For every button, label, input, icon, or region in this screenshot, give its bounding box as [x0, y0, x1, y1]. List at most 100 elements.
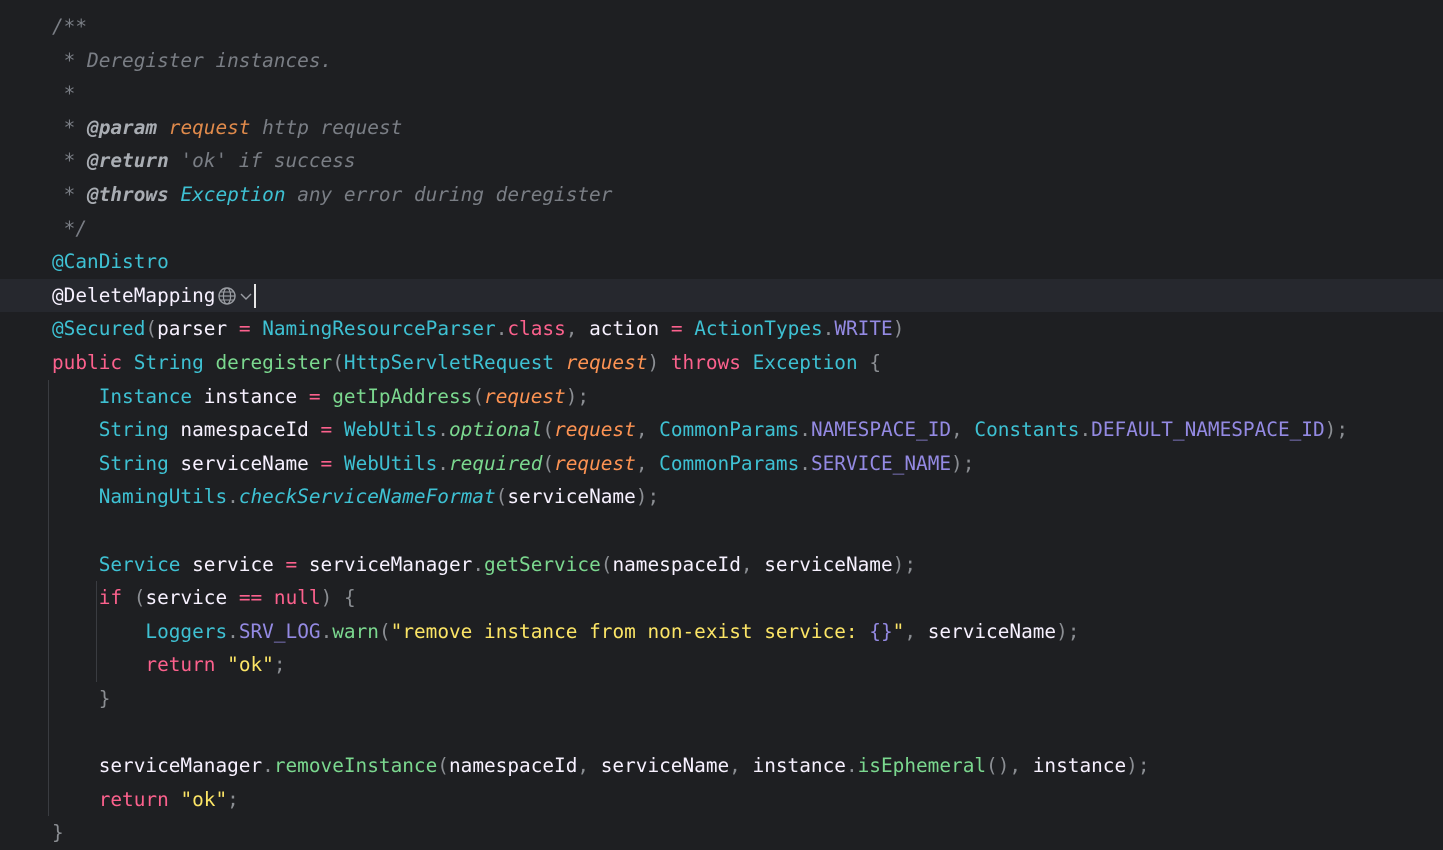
code-line[interactable]: return "ok";: [0, 783, 1443, 817]
code-token: ,: [565, 317, 590, 341]
code-line[interactable]: Service service = serviceManager.getServ…: [0, 548, 1443, 582]
code-token: service: [180, 552, 286, 576]
code-text: }: [52, 816, 64, 850]
code-token: 'ok' if success: [168, 149, 356, 173]
code-token: serviceName: [764, 552, 893, 576]
code-line[interactable]: String namespaceId = WebUtils.optional(r…: [0, 413, 1443, 447]
code-token: .: [437, 451, 449, 475]
code-token: .: [437, 418, 449, 442]
code-token: .: [320, 619, 333, 643]
code-token: );: [1056, 619, 1080, 643]
code-token: /**: [52, 15, 88, 38]
code-token: {}: [869, 619, 893, 643]
code-token: );: [635, 485, 660, 509]
code-token: null: [273, 586, 321, 610]
code-text: * @throws Exception any error during der…: [52, 178, 613, 212]
globe-icon[interactable]: [217, 286, 237, 306]
code-line[interactable]: * @return 'ok' if success: [0, 144, 1443, 178]
code-token: throws: [670, 351, 741, 374]
code-line[interactable]: Loggers.SRV_LOG.warn("remove instance fr…: [0, 615, 1443, 649]
code-token: ,: [635, 418, 660, 442]
code-token: );: [565, 384, 590, 408]
code-line[interactable]: @Secured(parser = NamingResourceParser.c…: [0, 312, 1443, 346]
code-token: service: [145, 586, 239, 610]
code-line[interactable]: public String deregister(HttpServletRequ…: [0, 346, 1443, 380]
code-token: .: [1079, 418, 1092, 442]
code-token: */: [52, 216, 88, 240]
code-token: String: [133, 351, 204, 374]
code-token: (: [542, 451, 555, 475]
code-token: *: [52, 115, 88, 139]
code-token: ,: [577, 754, 601, 778]
code-token: (: [600, 552, 613, 576]
code-token: removeInstance: [273, 754, 438, 778]
code-text: *: [52, 77, 76, 111]
code-token: namespaceId: [168, 418, 321, 442]
code-token: );: [1324, 418, 1349, 442]
code-token: .: [799, 451, 811, 475]
code-line[interactable]: [0, 716, 1443, 750]
code-text: return "ok";: [52, 648, 286, 682]
code-token: Exception: [180, 183, 286, 206]
code-token: .: [472, 552, 485, 576]
code-token: .: [495, 317, 508, 341]
code-token: required: [448, 451, 543, 475]
code-line[interactable]: serviceManager.removeInstance(namespaceI…: [0, 749, 1443, 783]
code-token: }: [98, 687, 111, 710]
code-token: "ok": [227, 653, 274, 677]
code-token: CommonParams: [659, 451, 800, 475]
code-token: http request: [250, 115, 403, 139]
code-line[interactable]: * @throws Exception any error during der…: [0, 178, 1443, 212]
code-line[interactable]: [0, 514, 1443, 548]
code-token: ActionTypes: [694, 317, 823, 341]
code-token: action: [589, 317, 671, 341]
code-text: return "ok";: [52, 783, 239, 817]
code-token: DEFAULT_NAMESPACE_ID: [1091, 418, 1325, 442]
code-line[interactable]: String serviceName = WebUtils.required(r…: [0, 447, 1443, 481]
code-line[interactable]: }: [0, 816, 1443, 850]
code-line[interactable]: * @param request http request: [0, 111, 1443, 145]
code-editor[interactable]: /** * Deregister instances. * * @param r…: [0, 0, 1443, 850]
code-line[interactable]: Instance instance = getIpAddress(request…: [0, 380, 1443, 414]
code-token: =: [320, 451, 333, 475]
code-line[interactable]: if (service == null) {: [0, 581, 1443, 615]
code-line[interactable]: * Deregister instances.: [0, 44, 1443, 78]
code-line[interactable]: }: [0, 682, 1443, 716]
code-line[interactable]: */: [0, 212, 1443, 246]
code-line[interactable]: @CanDistro: [0, 245, 1443, 279]
code-token: request: [484, 384, 566, 408]
code-token: *: [52, 183, 88, 206]
code-line[interactable]: NamingUtils.checkServiceNameFormat(servi…: [0, 480, 1443, 514]
code-token: .: [799, 418, 811, 442]
code-token: );: [1126, 754, 1150, 778]
chevron-down-icon[interactable]: [239, 286, 253, 306]
code-token: (: [332, 351, 344, 374]
code-token: * Deregister instances.: [52, 48, 333, 72]
code-line[interactable]: /**: [0, 10, 1443, 44]
code-token: class: [507, 317, 566, 341]
code-token: warn: [332, 619, 379, 643]
code-line[interactable]: *: [0, 77, 1443, 111]
code-token: if: [98, 586, 123, 610]
code-text: @Secured(parser = NamingResourceParser.c…: [52, 312, 904, 346]
code-token: ): [320, 586, 333, 610]
code-text: */: [52, 212, 87, 246]
code-line[interactable]: @DeleteMapping: [0, 278, 1443, 313]
code-text: public String deregister(HttpServletRequ…: [52, 346, 881, 380]
code-token: =: [238, 317, 251, 341]
code-token: isEphemeral: [857, 754, 987, 778]
code-token: request: [565, 351, 648, 374]
code-line[interactable]: return "ok";: [0, 648, 1443, 682]
code-token: WebUtils: [343, 451, 438, 475]
code-token: ;: [273, 653, 286, 677]
code-token: Loggers: [145, 619, 228, 643]
